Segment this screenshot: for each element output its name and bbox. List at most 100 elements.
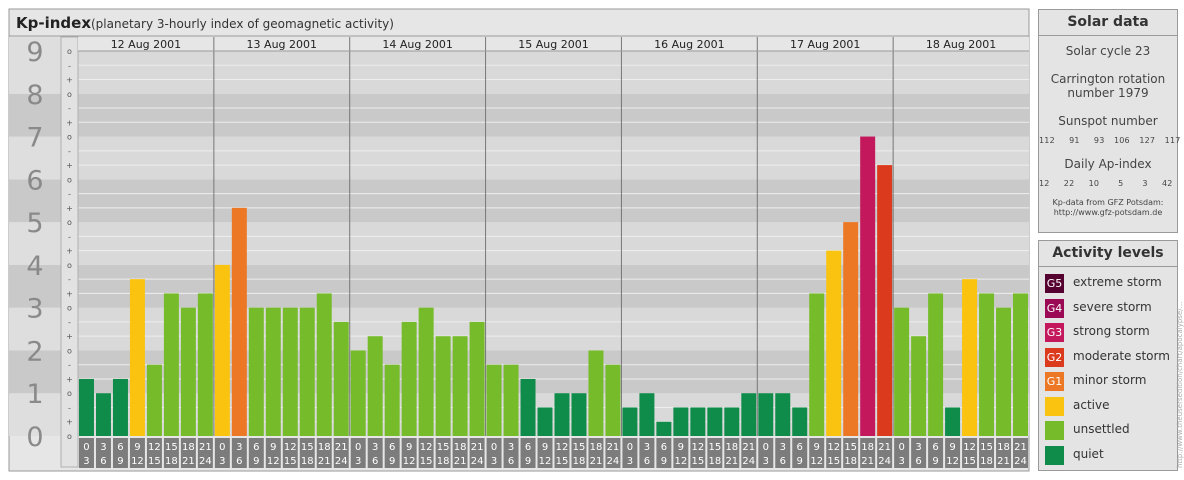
hour-label-end: 3 — [627, 456, 633, 467]
hour-label-end: 21 — [861, 456, 874, 467]
hour-label-end: 12 — [403, 456, 416, 467]
kp-bar — [401, 321, 417, 436]
kp-bar — [129, 279, 145, 436]
kp-bar — [588, 350, 604, 436]
hour-label-start: 18 — [182, 442, 195, 453]
hour-label-start: 21 — [1014, 442, 1027, 453]
kp-bar — [350, 350, 366, 436]
kp-bar — [333, 321, 349, 436]
activity-level-swatch — [1045, 445, 1064, 465]
kp-bar — [418, 307, 434, 436]
kp-bar — [452, 336, 468, 436]
y-minor-label: - — [68, 190, 71, 199]
activity-level-label: extreme storm — [1073, 275, 1162, 289]
activity-level-swatch: G4 — [1045, 298, 1064, 318]
activity-level-swatch: G2 — [1045, 347, 1064, 367]
hour-label-end: 24 — [1014, 456, 1027, 467]
hour-label-end: 12 — [946, 456, 959, 467]
kp-bar — [435, 336, 451, 436]
hour-label-end: 6 — [915, 456, 921, 467]
kp-bar — [231, 207, 247, 436]
y-minor-label: o — [67, 175, 72, 184]
day-label: 17 Aug 2001 — [790, 38, 860, 51]
y-minor-label: o — [67, 47, 72, 56]
y-minor-label: - — [68, 318, 71, 327]
kp-bar — [554, 393, 570, 436]
hour-label-start: 15 — [708, 442, 721, 453]
hour-label-start: 9 — [678, 442, 684, 453]
hour-label-end: 12 — [539, 456, 552, 467]
hour-label-start: 3 — [236, 442, 242, 453]
y-minor-label: o — [67, 133, 72, 142]
hour-label-start: 0 — [83, 442, 89, 453]
hour-label-end: 9 — [797, 456, 803, 467]
y-minor-label: + — [66, 289, 73, 298]
y-minor-label: o — [67, 218, 72, 227]
hour-label-end: 6 — [508, 456, 514, 467]
hour-label-end: 18 — [980, 456, 993, 467]
hour-label-end: 18 — [437, 456, 450, 467]
activity-level-swatch — [1045, 396, 1064, 416]
hour-label-end: 24 — [742, 456, 755, 467]
activity-level-label: active — [1073, 397, 1110, 412]
kp-bar — [265, 307, 281, 436]
hour-label-end: 15 — [556, 456, 569, 467]
kp-bar — [384, 364, 400, 436]
credit-line1: Kp-data from GFZ Potsdam: — [1052, 198, 1164, 207]
hour-label-start: 9 — [270, 442, 276, 453]
hour-label-start: 21 — [335, 442, 348, 453]
day-label: 18 Aug 2001 — [926, 38, 996, 51]
hour-label-start: 3 — [100, 442, 106, 453]
activity-levels-panel: Activity levels G5 extreme storm G4 severe … — [1038, 240, 1178, 471]
kp-bar — [792, 407, 808, 436]
kp-bar — [741, 393, 757, 436]
y-minor-label: + — [66, 418, 73, 427]
kp-bar — [503, 364, 519, 436]
y-minor-label: - — [68, 147, 71, 156]
hour-label-start: 3 — [915, 442, 921, 453]
y-tick-label: 6 — [26, 165, 43, 196]
kp-bar — [775, 393, 791, 436]
hour-label-end: 3 — [355, 456, 361, 467]
hour-label-start: 6 — [525, 442, 531, 453]
kp-bar — [299, 307, 315, 436]
kp-bar — [180, 307, 196, 436]
activity-level-swatch — [1045, 421, 1064, 440]
hour-label-start: 0 — [355, 442, 361, 453]
level-band-8 — [78, 51, 1029, 94]
activity-level-label: strong storm — [1073, 324, 1150, 338]
kp-bar — [537, 407, 553, 436]
hour-label-start: 21 — [742, 442, 755, 453]
hour-label-end: 9 — [932, 456, 938, 467]
activity-level-label: quiet — [1073, 446, 1104, 461]
kp-bar — [520, 378, 536, 436]
hour-label-end: 15 — [827, 456, 840, 467]
hour-label-end: 9 — [661, 456, 667, 467]
hour-label-start: 15 — [980, 442, 993, 453]
hour-label-end: 6 — [780, 456, 786, 467]
hour-label-end: 6 — [100, 456, 106, 467]
kp-bar — [928, 293, 944, 436]
kp-bar — [809, 293, 825, 436]
hour-label-end: 6 — [644, 456, 650, 467]
hour-label-end: 18 — [165, 456, 178, 467]
kp-bar — [826, 250, 842, 436]
hour-label-start: 9 — [949, 442, 955, 453]
kp-bar — [945, 407, 961, 436]
y-minor-label: + — [66, 247, 73, 256]
kp-bar — [1013, 293, 1028, 436]
kp-bar — [197, 293, 213, 436]
credit-line2: http://www.gfz-potsdam.de — [1053, 208, 1163, 217]
sunspot-label: Sunspot number — [1058, 114, 1158, 128]
hour-label-start: 0 — [219, 442, 225, 453]
kp-bar — [146, 364, 162, 436]
hour-label-start: 21 — [878, 442, 891, 453]
hour-label-end: 9 — [117, 456, 123, 467]
kp-bar — [724, 407, 740, 436]
hour-label-end: 3 — [763, 456, 769, 467]
y-minor-label: - — [68, 361, 71, 370]
hour-label-end: 24 — [199, 456, 212, 467]
kp-bar — [95, 393, 111, 436]
carrington-line1: Carrington rotation — [1050, 72, 1166, 86]
y-minor-label: - — [68, 275, 71, 284]
